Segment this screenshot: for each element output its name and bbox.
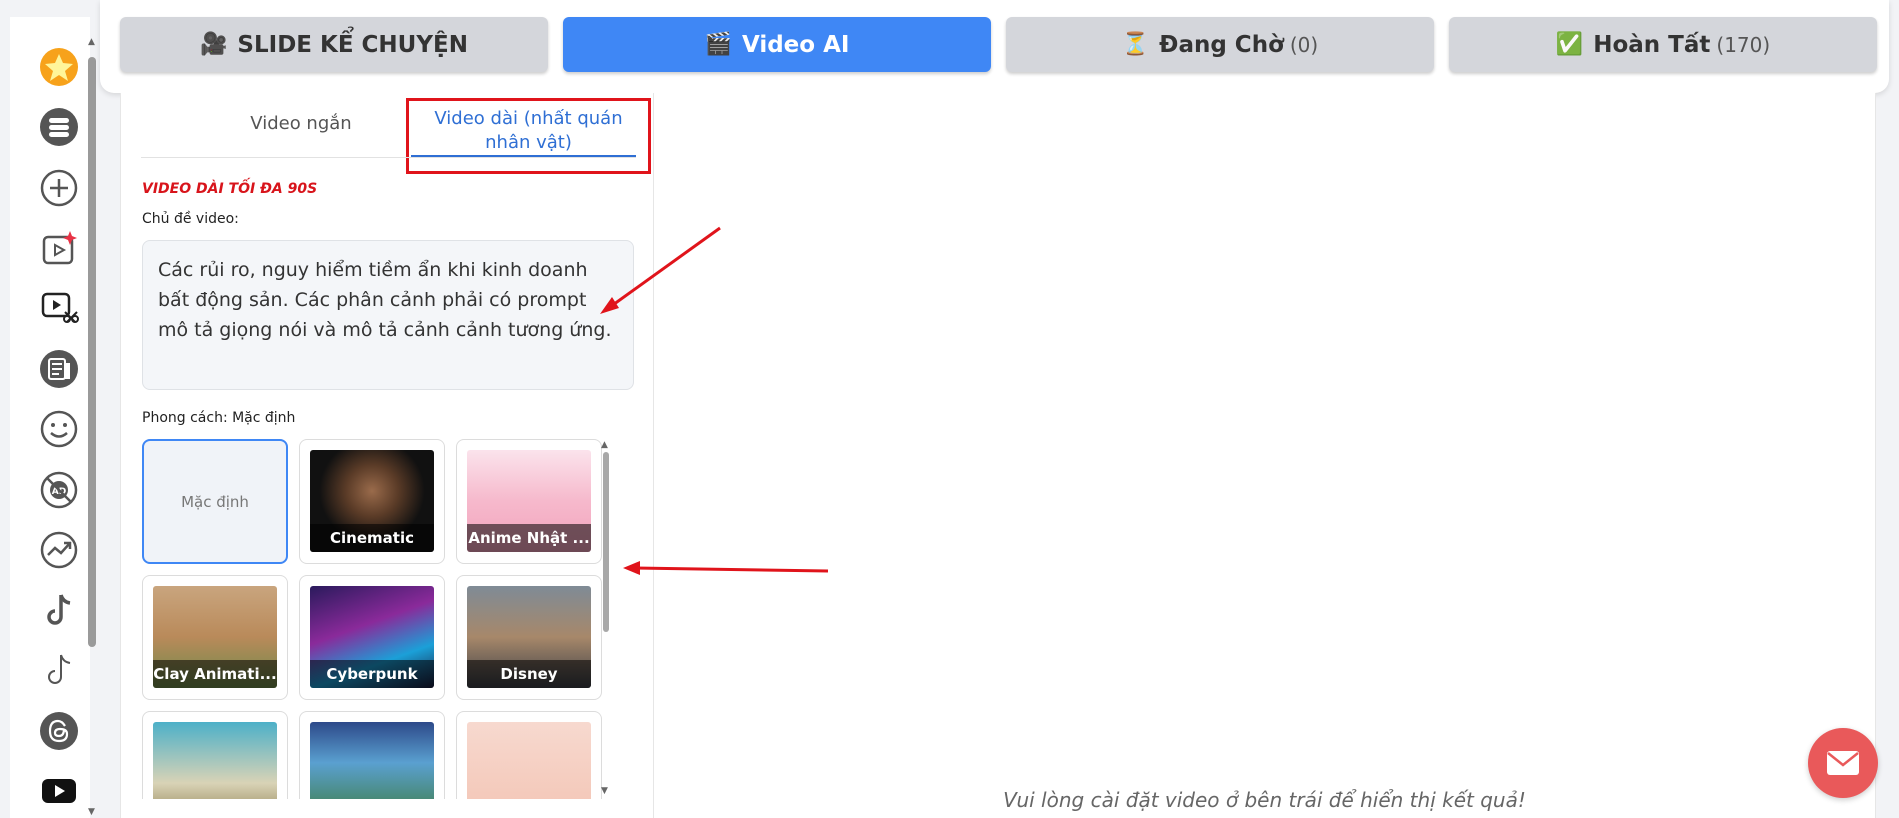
mail-button[interactable] — [1808, 728, 1878, 798]
hourglass-icon: ⏳ — [1121, 32, 1150, 57]
mail-icon — [1827, 751, 1859, 775]
smile-icon[interactable] — [38, 408, 80, 450]
style-label: Phong cách: Mặc định — [142, 410, 296, 426]
style-thumbnail: Clay Animati... — [153, 586, 277, 688]
tab-label: Đang Chờ — [1159, 31, 1284, 58]
subtab-short-video[interactable]: Video ngắn — [201, 113, 401, 134]
style-name: Cyberpunk — [310, 660, 434, 688]
style-card-clay[interactable]: Clay Animati... — [142, 575, 288, 700]
style-name: Mặc định — [181, 492, 249, 511]
style-card-9[interactable] — [456, 711, 602, 799]
style-card-disney[interactable]: Disney — [456, 575, 602, 700]
top-tab-bar: 🎥 SLIDE KỂ CHUYỆN 🎬 Video AI ⏳ Đang Chờ … — [100, 0, 1889, 93]
style-thumbnail — [153, 722, 277, 799]
check-icon: ✅ — [1555, 32, 1584, 57]
sidebar: ▲ ▼ AD — [10, 17, 96, 818]
subtab-long-video[interactable]: Video dài (nhất quán nhân vật) — [406, 98, 651, 174]
video-sparkle-icon[interactable] — [38, 227, 80, 269]
tab-video-ai[interactable]: 🎬 Video AI — [563, 17, 991, 72]
style-name: Disney — [467, 660, 591, 688]
style-thumbnail — [467, 722, 591, 799]
style-thumbnail — [310, 722, 434, 799]
style-name: Anime Nhật ... — [467, 524, 591, 552]
style-card-anime[interactable]: Anime Nhật ... — [456, 439, 602, 564]
tab-label: Video AI — [741, 31, 850, 58]
style-name: Cinematic — [310, 524, 434, 552]
video-cut-icon[interactable] — [38, 287, 80, 329]
subtab-long-line1: Video dài (nhất quán — [434, 108, 623, 129]
subtab-divider — [141, 157, 636, 158]
style-card-cinematic[interactable]: Cinematic — [299, 439, 445, 564]
tab-slide-story[interactable]: 🎥 SLIDE KỂ CHUYỆN — [120, 17, 548, 72]
tab-label: SLIDE KỂ CHUYỆN — [237, 31, 468, 58]
style-thumbnail: Cinematic — [310, 450, 434, 552]
plus-circle-icon[interactable] — [38, 167, 80, 209]
subtab-active-indicator — [411, 155, 636, 157]
tab-label: Hoàn Tất — [1593, 31, 1711, 58]
tab-count: (0) — [1289, 32, 1319, 57]
duration-limit-label: VIDEO DÀI TỐI ĐA 90S — [142, 181, 318, 197]
ad-icon[interactable]: AD — [38, 469, 80, 511]
movie-camera-icon: 🎥 — [200, 32, 228, 57]
subtab-long-line2: nhân vật) — [485, 132, 572, 153]
topic-textarea[interactable]: Các rủi ro, nguy hiểm tiềm ẩn khi kinh d… — [142, 240, 634, 390]
result-panel: Vui lòng cài đặt video ở bên trái để hiể… — [654, 93, 1876, 818]
video-settings-panel: Video ngắn Video dài (nhất quán nhân vật… — [120, 93, 654, 818]
result-placeholder: Vui lòng cài đặt video ở bên trái để hiể… — [1003, 788, 1526, 812]
style-thumbnail: Cyberpunk — [310, 586, 434, 688]
tab-completed[interactable]: ✅ Hoàn Tất (170) — [1449, 17, 1877, 72]
clapper-icon: 🎬 — [704, 32, 732, 57]
scroll-up-arrow[interactable]: ▲ — [88, 37, 95, 47]
style-card-cyberpunk[interactable]: Cyberpunk — [299, 575, 445, 700]
style-grid: Mặc định Cinematic Anime Nhật ... Clay A… — [142, 439, 617, 799]
article-icon[interactable] — [38, 348, 80, 390]
tiktok-icon[interactable] — [38, 589, 80, 631]
tab-count: (170) — [1716, 32, 1771, 57]
style-card-8[interactable] — [299, 711, 445, 799]
grid-scroll-down[interactable]: ▼ — [601, 786, 608, 796]
tab-pending[interactable]: ⏳ Đang Chờ (0) — [1006, 17, 1434, 72]
threads-icon[interactable] — [38, 710, 80, 752]
style-card-default[interactable]: Mặc định — [142, 439, 288, 564]
grid-scroll-up[interactable]: ▲ — [601, 440, 608, 450]
tiktok-outline-icon[interactable] — [38, 649, 80, 691]
youtube-icon[interactable] — [38, 770, 80, 812]
scroll-down-arrow[interactable]: ▼ — [88, 807, 95, 817]
trend-icon[interactable] — [38, 529, 80, 571]
style-grid-scrollbar[interactable] — [603, 452, 609, 632]
sidebar-scrollbar[interactable] — [88, 57, 96, 647]
style-name: Clay Animati... — [153, 660, 277, 688]
style-card-7[interactable] — [142, 711, 288, 799]
layers-icon[interactable] — [38, 106, 80, 148]
topic-label: Chủ đề video: — [142, 211, 239, 227]
star-icon[interactable] — [38, 46, 80, 88]
style-thumbnail: Disney — [467, 586, 591, 688]
style-thumbnail: Anime Nhật ... — [467, 450, 591, 552]
